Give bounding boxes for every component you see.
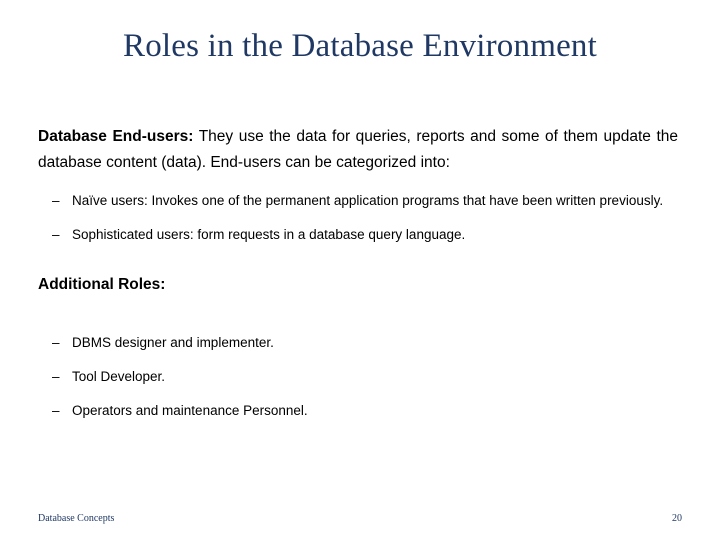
dash-bullet-icon: –	[52, 403, 60, 418]
list-item: – Operators and maintenance Personnel.	[38, 402, 678, 420]
page-title: Roles in the Database Environment	[123, 28, 597, 64]
dash-bullet-icon: –	[52, 193, 60, 208]
dash-bullet-icon: –	[52, 227, 60, 242]
slide-footer: Database Concepts 20	[38, 513, 682, 524]
list-item-text: Sophisticated users: form requests in a …	[72, 227, 466, 242]
slide-body: Database End-users: They use the data fo…	[38, 124, 678, 420]
intro-paragraph: Database End-users: They use the data fo…	[38, 124, 678, 176]
slide-number: 20	[672, 513, 682, 524]
footer-label: Database Concepts	[38, 513, 115, 524]
list-item-text: DBMS designer and implementer.	[72, 335, 274, 350]
dash-bullet-icon: –	[52, 369, 60, 384]
additional-roles-list: – DBMS designer and implementer. – Tool …	[38, 334, 678, 420]
enduser-list: – Naïve users: Invokes one of the perman…	[38, 192, 678, 244]
list-item-text: Operators and maintenance Personnel.	[72, 403, 308, 418]
list-item-text: Naïve users: Invokes one of the permanen…	[72, 193, 664, 208]
list-item: – Tool Developer.	[38, 368, 678, 386]
intro-lead-label: Database End-users:	[38, 128, 194, 145]
list-item: – Sophisticated users: form requests in …	[38, 226, 678, 244]
list-item-text: Tool Developer.	[72, 369, 166, 384]
additional-roles-heading: Additional Roles:	[38, 276, 166, 293]
slide: Roles in the Database Environment Databa…	[0, 0, 720, 540]
list-item: – DBMS designer and implementer.	[38, 334, 678, 352]
dash-bullet-icon: –	[52, 335, 60, 350]
list-item: – Naïve users: Invokes one of the perman…	[38, 192, 678, 210]
